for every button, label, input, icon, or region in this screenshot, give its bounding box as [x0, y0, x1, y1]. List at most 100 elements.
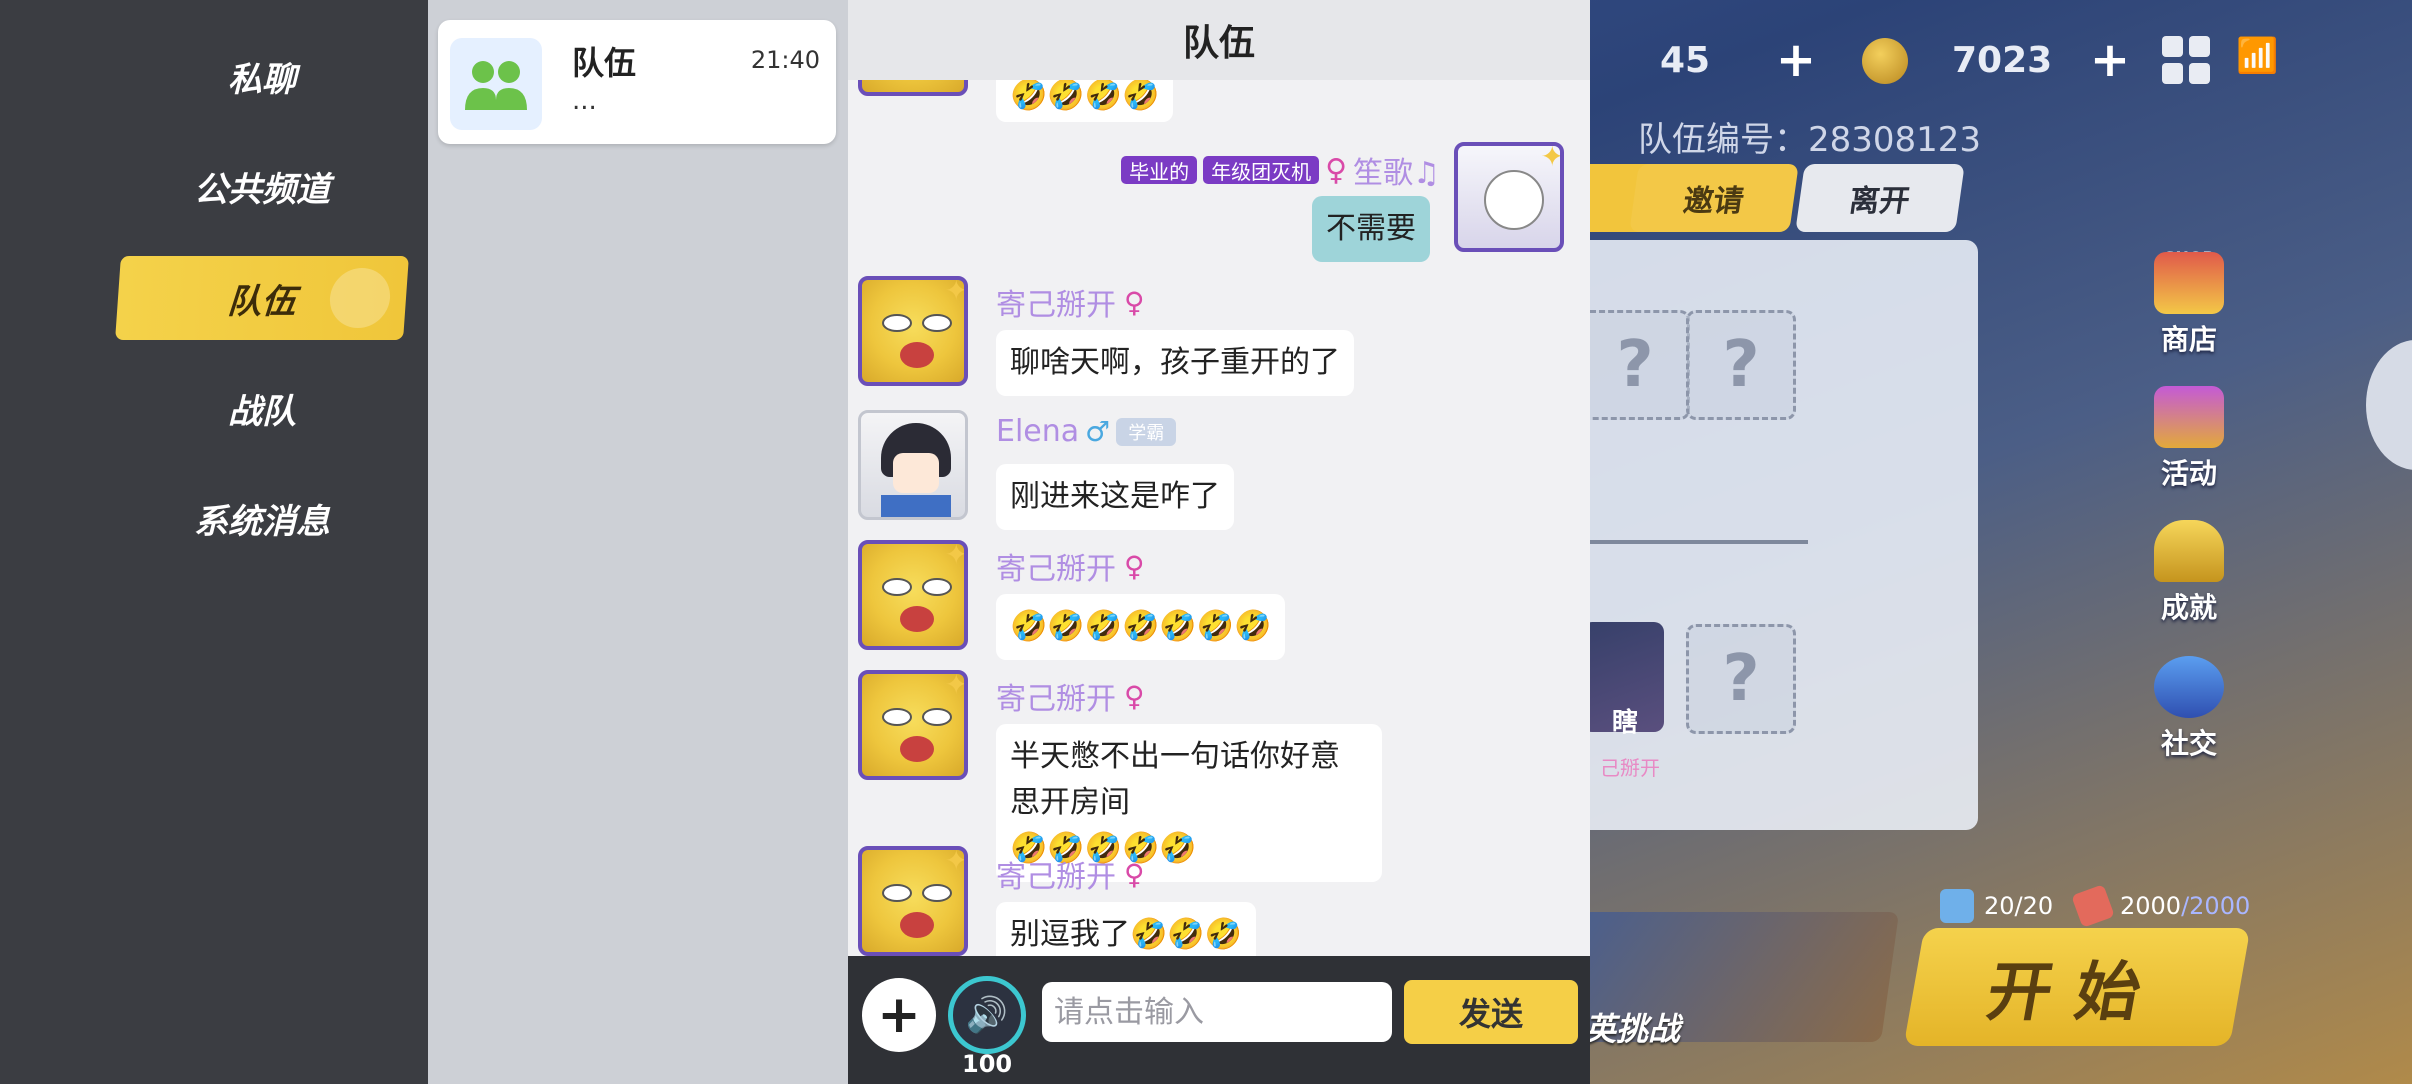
sender-name-row: 寄己掰开 ♀ [996, 544, 1145, 588]
avatar-lips [900, 606, 934, 632]
nav-item-private-chat[interactable]: 私聊 [118, 34, 406, 118]
avatar-eye [882, 708, 912, 726]
chat-nav: 私聊 公共频道 队伍 战队 系统消息 [0, 0, 428, 1084]
title-badge: 毕业的 [1121, 156, 1198, 184]
avatar-lips [900, 342, 934, 368]
nav-item-clan[interactable]: 战队 [118, 366, 406, 450]
add-coins-button[interactable]: + [2082, 32, 2138, 88]
group-icon [450, 38, 542, 130]
nav-item-team[interactable]: 队伍 [115, 256, 409, 340]
chat-panel: 🤣🤣🤣🤣 毕业的 年级团灭机 ♀ 笙歌♫ ✦ 不需要 ✦ 寄己掰开 ♀ 聊啥天啊… [848, 0, 1590, 1084]
nav-label: 队伍 [226, 281, 298, 322]
shop-button[interactable]: 商店 [2142, 252, 2236, 358]
social-icon [2154, 656, 2224, 718]
sender-name: 寄己掰开 [996, 682, 1116, 717]
sparkle-icon: ✦ [944, 670, 968, 701]
avatar[interactable]: ✦ [858, 670, 968, 780]
chat-input-bar: + 🔊 100 发送 [848, 956, 1590, 1084]
trophy-icon [2154, 520, 2224, 582]
mode-label: 英挑战 [1584, 1010, 1681, 1048]
side-handle[interactable] [2366, 340, 2412, 470]
sender-name-row: 寄己掰开 ♀ [996, 674, 1145, 718]
avatar[interactable]: ✦ [858, 276, 968, 386]
self-name: 笙歌♫ [1353, 156, 1440, 191]
sparkle-icon: ✦ [944, 846, 968, 877]
invite-button[interactable]: 邀请 [1629, 164, 1799, 232]
plus-button[interactable]: + [862, 978, 936, 1052]
sender-name: 寄己掰开 [996, 288, 1116, 323]
avatar-lips [900, 736, 934, 762]
send-button[interactable]: 发送 [1404, 980, 1578, 1044]
start-button[interactable]: 开始 [1903, 928, 2251, 1046]
avatar[interactable] [858, 410, 968, 520]
avatar-eye [882, 884, 912, 902]
energy-max: /2000 [2181, 892, 2251, 920]
shop-label: 商店 [2160, 323, 2217, 356]
message-bubble: 🤣🤣🤣🤣🤣🤣🤣 [996, 594, 1286, 660]
nav-label: 公共频道 [194, 169, 330, 210]
ticket-icon [1940, 889, 1974, 923]
conversation-time: 21:40 [750, 46, 820, 74]
ticket-count: 20/20 [1984, 892, 2054, 920]
self-name-row: 毕业的 年级团灭机 ♀ 笙歌♫ [1121, 148, 1440, 192]
empty-slot[interactable]: ? [1686, 624, 1796, 734]
message-list[interactable]: 🤣🤣🤣🤣 毕业的 年级团灭机 ♀ 笙歌♫ ✦ 不需要 ✦ 寄己掰开 ♀ 聊啥天啊… [848, 0, 1590, 968]
ticket-resource: 20/20 [1940, 888, 2053, 924]
gift-icon [2154, 386, 2224, 448]
chat-input[interactable] [1042, 982, 1392, 1042]
female-icon: ♀ [1325, 152, 1348, 188]
member-tag: 瞎 [1612, 708, 1639, 738]
conversation-item[interactable]: 队伍 21:40 ... [438, 20, 836, 144]
nav-item-system-messages[interactable]: 系统消息 [118, 476, 406, 560]
nav-item-public-channel[interactable]: 公共频道 [118, 144, 406, 228]
title-badge: 年级团灭机 [1203, 156, 1320, 184]
sender-name-row: Elena ♂ 学霸 [996, 414, 1177, 449]
avatar-lips [900, 912, 934, 938]
female-icon: ♀ [1124, 549, 1145, 583]
achievement-label: 成就 [2160, 591, 2217, 624]
message-bubble: 刚进来这是咋了 [996, 464, 1234, 530]
message-line: 半天憋不出一句话你好意思开房间 [1010, 739, 1340, 820]
speaker-icon: 🔊 [965, 995, 1009, 1035]
sender-name: 寄己掰开 [996, 860, 1116, 895]
avatar[interactable]: ✦ [858, 846, 968, 956]
avatar[interactable]: ✦ [858, 540, 968, 650]
energy-icon [2071, 884, 2115, 928]
event-label: 活动 [2160, 457, 2217, 490]
shop-icon [2154, 252, 2224, 314]
self-avatar[interactable]: ✦ [1454, 142, 1564, 252]
coin-icon [1862, 38, 1908, 84]
cheese-icon [327, 268, 393, 328]
conversation-title: 队伍 [572, 44, 637, 82]
team-id-label: 队伍编号：28308123 [1638, 120, 1982, 160]
energy-resource: 2000/2000 [2071, 884, 2251, 928]
add-stat-button[interactable]: + [1768, 32, 1824, 88]
empty-slot[interactable]: ? [1580, 310, 1690, 420]
sender-name-row: 寄己掰开 ♀ [996, 852, 1145, 896]
avatar-face [893, 453, 939, 493]
conversation-list: 队伍 21:40 ... [428, 0, 848, 1084]
sender-name: Elena [996, 414, 1080, 449]
social-label: 社交 [2160, 727, 2217, 760]
female-icon: ♀ [1124, 285, 1145, 319]
avatar-eye [882, 314, 912, 332]
leave-button[interactable]: 离开 [1795, 164, 1965, 232]
voice-button[interactable]: 🔊 [948, 976, 1026, 1054]
event-button[interactable]: 活动 [2142, 386, 2236, 492]
achievement-button[interactable]: 成就 [2142, 520, 2236, 626]
message-bubble: 聊啥天啊，孩子重开的了 [996, 330, 1354, 396]
coin-count: 7023 [1952, 39, 2053, 81]
cat-avatar-image [1484, 170, 1544, 230]
female-icon: ♀ [1124, 857, 1145, 891]
avatar-eye [922, 708, 952, 726]
avatar-eye [922, 884, 952, 902]
nav-label: 系统消息 [194, 501, 330, 542]
chat-title: 队伍 [848, 0, 1590, 80]
menu-grid-icon[interactable] [2162, 36, 2210, 84]
empty-slot[interactable]: ? [1686, 310, 1796, 420]
social-button[interactable]: 社交 [2142, 656, 2236, 762]
sender-name: 寄己掰开 [996, 552, 1116, 587]
avatar-eye [882, 578, 912, 596]
energy-count: 2000 [2120, 892, 2182, 920]
sender-name-row: 寄己掰开 ♀ [996, 280, 1145, 324]
